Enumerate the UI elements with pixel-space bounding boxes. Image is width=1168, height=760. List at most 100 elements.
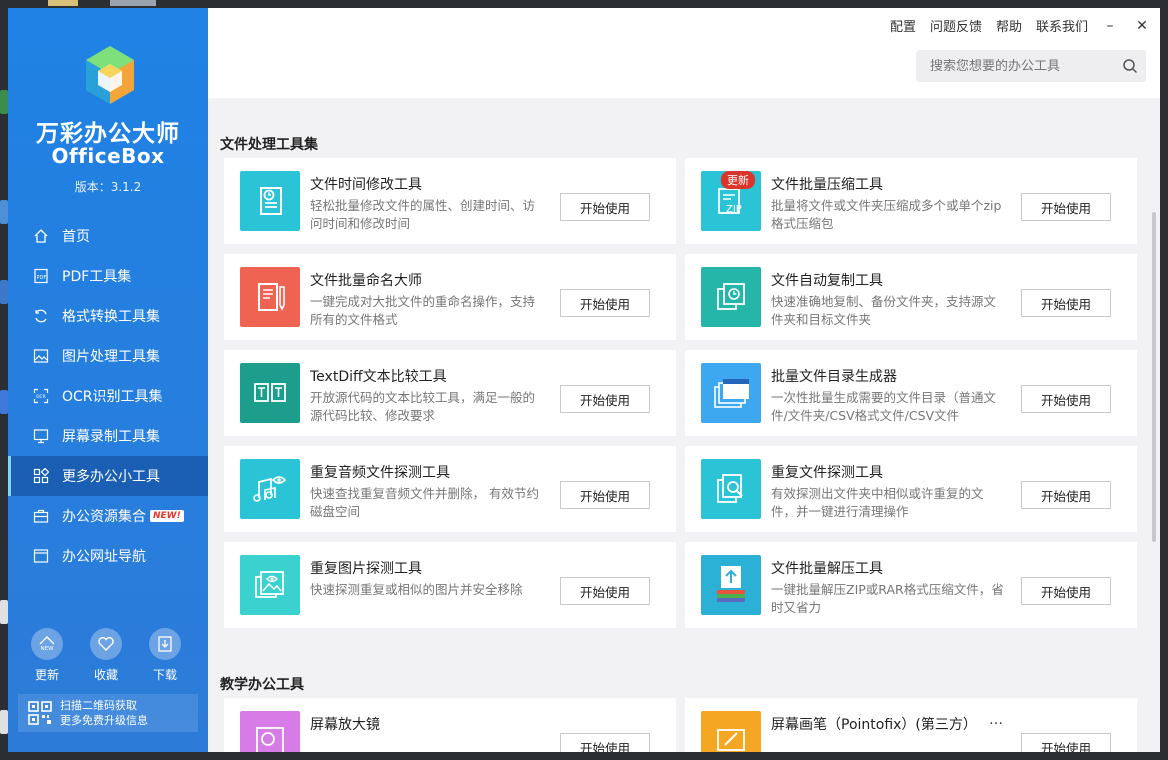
- pen-icon: [701, 711, 761, 752]
- start-button[interactable]: 开始使用: [560, 193, 650, 221]
- tool-title: 重复图片探测工具: [310, 561, 422, 577]
- copy-clock-icon: [701, 267, 761, 327]
- section-title-file-tools: 文件处理工具集: [220, 137, 318, 153]
- tool-title: 屏幕放大镜: [310, 717, 380, 733]
- favorites-label: 收藏: [93, 668, 118, 682]
- heart-icon: [90, 628, 122, 660]
- tool-title: 文件批量压缩工具: [771, 177, 883, 193]
- sidebar-item-label: 格式转换工具集: [62, 309, 160, 325]
- download-button[interactable]: 下载: [140, 628, 190, 683]
- tool-title: 重复文件探测工具: [771, 465, 883, 481]
- tool-card: 重复图片探测工具 快速探测重复或相似的图片并安全移除 开始使用: [224, 542, 676, 628]
- close-button[interactable]: ✕: [1132, 18, 1152, 34]
- start-button[interactable]: 开始使用: [1021, 289, 1111, 317]
- start-button[interactable]: 开始使用: [560, 289, 650, 317]
- desktop-icon-strip: [0, 20, 8, 740]
- config-link[interactable]: 配置: [890, 16, 916, 35]
- officebox-logo: [86, 46, 134, 104]
- tool-title: 重复音频文件探测工具: [310, 465, 450, 481]
- qr-code-icon: [28, 701, 52, 725]
- image-eye-icon: [240, 555, 300, 615]
- top-bar: 配置 问题反馈 帮助 联系我们 – ✕: [208, 8, 1160, 98]
- tool-card: 屏幕放大镜 开始使用: [224, 698, 676, 752]
- qr-text-line1: 扫描二维码获取: [60, 699, 137, 712]
- contact-link[interactable]: 联系我们: [1036, 16, 1088, 35]
- tool-desc: 一键批量解压ZIP或RAR格式压缩文件，省时又省力: [771, 582, 1004, 615]
- tool-desc: 开放源代码的文本比较工具，满足一般的源代码比较、修改要求: [310, 390, 536, 423]
- sidebar-item-label: 办公资源集合: [62, 509, 146, 525]
- sidebar-item-label: 办公网址导航: [62, 549, 146, 565]
- tool-title: 屏幕画笔（Pointofix）(第三方）: [771, 717, 977, 733]
- tool-title: 文件自动复制工具: [771, 273, 883, 289]
- qr-promo[interactable]: 扫描二维码获取 更多免费升级信息: [18, 694, 198, 732]
- tool-desc: 快速查找重复音频文件并删除， 有效节约磁盘空间: [310, 486, 539, 519]
- sidebar-item-label: 屏幕录制工具集: [62, 429, 160, 445]
- start-button[interactable]: 开始使用: [1021, 481, 1111, 509]
- sidebar-item-label: PDF工具集: [62, 269, 132, 285]
- sidebar-item-label: 更多办公小工具: [62, 469, 160, 485]
- app-name-en: OfficeBox: [51, 144, 165, 168]
- start-button[interactable]: 开始使用: [560, 733, 650, 752]
- sidebar-bottom-actions: NEW 更新 收藏 下载: [8, 628, 208, 684]
- top-links: 配置 问题反馈 帮助 联系我们 – ✕: [876, 16, 1152, 36]
- new-badge: NEW!: [150, 510, 184, 522]
- rename-icon: [240, 267, 300, 327]
- pdf-icon: PDF: [32, 267, 50, 285]
- update-button[interactable]: NEW 更新: [22, 628, 72, 683]
- start-button[interactable]: 开始使用: [1021, 193, 1111, 221]
- sidebar-item-ocr[interactable]: OCR OCR识别工具集: [8, 376, 208, 416]
- sidebar-item-web-nav[interactable]: 办公网址导航: [8, 536, 208, 576]
- sidebar-item-home[interactable]: 首页: [8, 216, 208, 256]
- search-icon[interactable]: [1122, 58, 1138, 74]
- grid-icon: [32, 467, 50, 485]
- sidebar-item-image[interactable]: 图片处理工具集: [8, 336, 208, 376]
- update-label: 更新: [34, 668, 59, 682]
- help-link[interactable]: 帮助: [996, 16, 1022, 35]
- more-menu[interactable]: …: [989, 712, 1003, 728]
- start-button[interactable]: 开始使用: [1021, 577, 1111, 605]
- tool-desc: 有效探测出文件夹中相似或许重复的文件，并一键进行清理操作: [771, 486, 984, 519]
- start-button[interactable]: 开始使用: [1021, 733, 1111, 752]
- start-button[interactable]: 开始使用: [560, 481, 650, 509]
- briefcase-icon: [32, 507, 50, 525]
- sidebar-item-convert[interactable]: 格式转换工具集: [8, 296, 208, 336]
- browser-icon: [32, 547, 50, 565]
- feedback-link[interactable]: 问题反馈: [930, 16, 982, 35]
- tool-card: 屏幕画笔（Pointofix）(第三方） … 开始使用: [685, 698, 1137, 752]
- sidebar-item-screen-record[interactable]: 屏幕录制工具集: [8, 416, 208, 456]
- sidebar-item-resources[interactable]: 办公资源集合 NEW!: [8, 496, 208, 536]
- sidebar-item-pdf[interactable]: PDF PDF工具集: [8, 256, 208, 296]
- sidebar-item-label: 图片处理工具集: [62, 349, 160, 365]
- sidebar: 万彩办公大师 OfficeBox 版本：3.1.2 首页 PDF PDF工具集 …: [8, 8, 208, 752]
- tool-desc: 快速探测重复或相似的图片并安全移除: [310, 582, 523, 597]
- minimize-button[interactable]: –: [1100, 18, 1120, 34]
- section-title-teaching-tools: 教学办公工具: [220, 677, 304, 693]
- svg-text:OCR: OCR: [36, 394, 46, 400]
- tool-desc: 轻松批量修改文件的属性、创建时间、访问时间和修改时间: [310, 198, 536, 231]
- start-button[interactable]: 开始使用: [560, 385, 650, 413]
- text-compare-icon: [240, 363, 300, 423]
- music-eye-icon: [240, 459, 300, 519]
- app-name: 万彩办公大师: [36, 121, 180, 147]
- unzip-icon: [701, 555, 761, 615]
- sidebar-item-label: 首页: [62, 229, 90, 245]
- monitor-icon: [32, 427, 50, 445]
- tool-desc: 批量将文件或文件夹压缩成多个或单个zip格式压缩包: [771, 198, 1002, 231]
- desktop-taskbar-fragment: [40, 0, 180, 8]
- magnifier-icon: [240, 711, 300, 752]
- sidebar-item-more-tools[interactable]: 更多办公小工具: [8, 456, 208, 496]
- tool-title: 文件批量命名大师: [310, 273, 422, 289]
- tool-card: 文件自动复制工具 快速准确地复制、备份文件夹，支持源文件夹和目标文件夹 开始使用: [685, 254, 1137, 340]
- download-label: 下载: [152, 668, 177, 682]
- tool-card: 文件批量解压工具 一键批量解压ZIP或RAR格式压缩文件，省时又省力 开始使用: [685, 542, 1137, 628]
- sidebar-nav: 首页 PDF PDF工具集 格式转换工具集 图片处理工具集 OCR OCR识别工…: [8, 216, 208, 576]
- tool-title: TextDiff文本比较工具: [310, 369, 447, 385]
- tool-card: 重复文件探测工具 有效探测出文件夹中相似或许重复的文件，并一键进行清理操作 开始…: [685, 446, 1137, 532]
- scrollbar-thumb[interactable]: [1152, 212, 1156, 542]
- search-input[interactable]: [930, 58, 1110, 74]
- favorites-button[interactable]: 收藏: [81, 628, 131, 683]
- home-icon: [32, 227, 50, 245]
- start-button[interactable]: 开始使用: [1021, 385, 1111, 413]
- start-button[interactable]: 开始使用: [560, 577, 650, 605]
- tool-card: 批量文件目录生成器 一次性批量生成需要的文件目录（普通文件/文件夹/CSV格式文…: [685, 350, 1137, 436]
